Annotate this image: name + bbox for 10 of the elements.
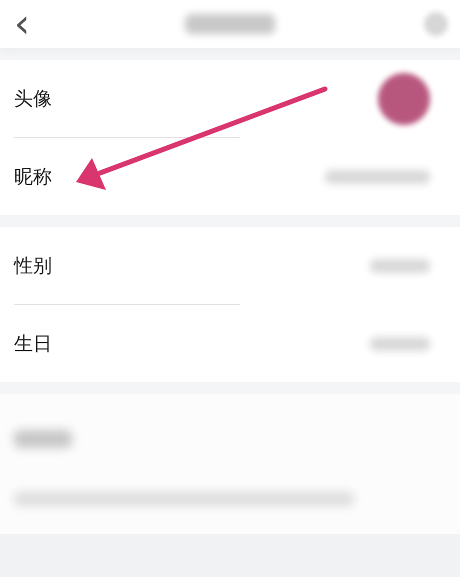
row-label: 性别 <box>14 254 52 278</box>
blurred-value <box>370 258 430 272</box>
blurred-heading <box>14 430 72 448</box>
back-button[interactable]: ‹ <box>8 4 36 44</box>
blurred-icon <box>424 12 448 36</box>
blurred-avatar <box>378 72 430 124</box>
row-label: 昵称 <box>14 164 52 190</box>
row-label: 生日 <box>14 332 52 356</box>
blurred-value <box>370 336 430 350</box>
row-label: 头像 <box>14 86 52 112</box>
